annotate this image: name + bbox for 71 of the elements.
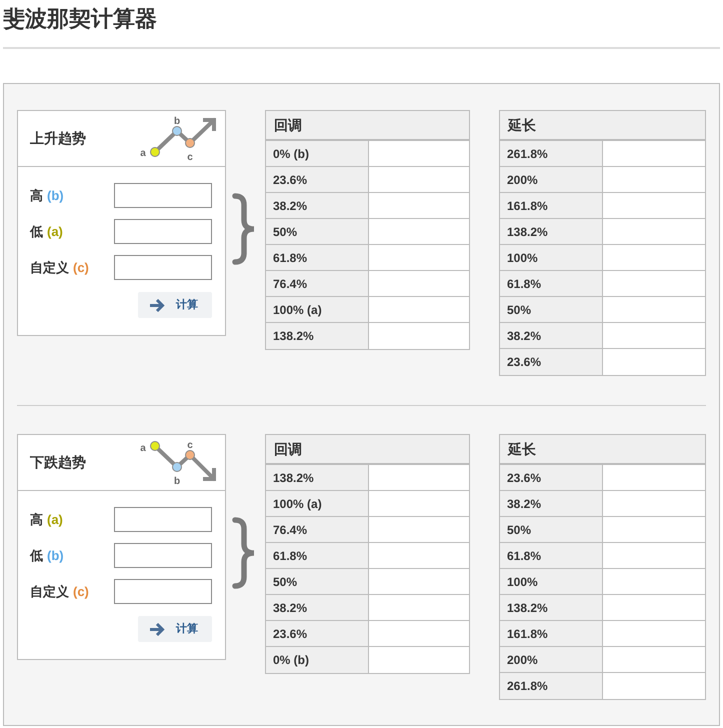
input-field[interactable] bbox=[114, 183, 212, 208]
table-header: 回调 bbox=[266, 111, 469, 141]
calculate-button[interactable]: 计算 bbox=[138, 292, 212, 318]
point-tag: (b) bbox=[47, 186, 64, 206]
level-cell: 61.8% bbox=[266, 245, 369, 270]
field-label: 高 bbox=[30, 510, 43, 529]
level-cell: 23.6% bbox=[500, 349, 603, 375]
point-label: b bbox=[174, 116, 180, 127]
level-cell: 138.2% bbox=[266, 323, 369, 349]
level-cell: 23.6% bbox=[266, 621, 369, 646]
point-tag: (c) bbox=[73, 258, 89, 278]
field-label: 高 bbox=[30, 186, 43, 205]
level-cell: 61.8% bbox=[266, 543, 369, 568]
level-cell: 23.6% bbox=[500, 465, 603, 490]
level-cell: 76.4% bbox=[266, 517, 369, 542]
point-tag: (a) bbox=[47, 222, 63, 242]
input-field[interactable] bbox=[114, 255, 212, 280]
level-cell: 200% bbox=[500, 647, 603, 672]
table-header: 延长 bbox=[500, 435, 705, 465]
point-label: c bbox=[187, 440, 193, 451]
level-cell: 100% (a) bbox=[266, 297, 369, 322]
calculate-button[interactable]: 计算 bbox=[138, 616, 212, 642]
arrow-right-icon bbox=[150, 622, 165, 636]
point-label: a bbox=[140, 148, 146, 159]
level-cell: 161.8% bbox=[500, 621, 603, 646]
card-title: 下跌趋势 bbox=[30, 453, 86, 472]
point-label: b bbox=[174, 476, 180, 486]
level-cell: 38.2% bbox=[266, 193, 369, 218]
level-cell: 0% (b) bbox=[266, 647, 369, 673]
level-cell: 50% bbox=[266, 569, 369, 594]
level-cell: 138.2% bbox=[500, 595, 603, 620]
level-cell: 38.2% bbox=[266, 595, 369, 620]
level-cell: 100% bbox=[500, 569, 603, 594]
point-tag: (b) bbox=[47, 546, 64, 566]
field-label: 低 bbox=[30, 546, 43, 565]
level-cell: 100% bbox=[500, 245, 603, 270]
page-title: 斐波那契计算器 bbox=[3, 5, 157, 33]
field-label: 自定义 bbox=[30, 258, 69, 277]
input-field[interactable] bbox=[114, 543, 212, 568]
level-cell: 138.2% bbox=[266, 465, 369, 490]
table-header: 延长 bbox=[500, 111, 705, 141]
level-cell: 261.8% bbox=[500, 673, 603, 699]
level-cell: 50% bbox=[500, 517, 603, 542]
input-field[interactable] bbox=[114, 219, 212, 244]
input-field[interactable] bbox=[114, 579, 212, 604]
field-label: 自定义 bbox=[30, 582, 69, 601]
level-cell: 61.8% bbox=[500, 271, 603, 296]
point-tag: (a) bbox=[47, 510, 63, 530]
level-cell: 261.8% bbox=[500, 141, 603, 166]
level-cell: 38.2% bbox=[500, 323, 603, 348]
point-label: a bbox=[140, 443, 146, 454]
level-cell: 100% (a) bbox=[266, 491, 369, 516]
level-cell: 50% bbox=[500, 297, 603, 322]
point-tag: (c) bbox=[73, 582, 89, 602]
level-cell: 0% (b) bbox=[266, 141, 369, 166]
level-cell: 23.6% bbox=[266, 167, 369, 192]
table-header: 回调 bbox=[266, 435, 469, 465]
level-cell: 38.2% bbox=[500, 491, 603, 516]
level-cell: 61.8% bbox=[500, 543, 603, 568]
level-cell: 50% bbox=[266, 219, 369, 244]
curly-brace-icon bbox=[232, 193, 257, 265]
card-title: 上升趋势 bbox=[30, 129, 86, 148]
level-cell: 138.2% bbox=[500, 219, 603, 244]
level-cell: 161.8% bbox=[500, 193, 603, 218]
arrow-right-icon bbox=[150, 298, 165, 312]
level-cell: 200% bbox=[500, 167, 603, 192]
field-label: 低 bbox=[30, 222, 43, 241]
point-label: c bbox=[187, 152, 193, 162]
level-cell: 76.4% bbox=[266, 271, 369, 296]
curly-brace-icon bbox=[232, 517, 257, 589]
input-field[interactable] bbox=[114, 507, 212, 532]
